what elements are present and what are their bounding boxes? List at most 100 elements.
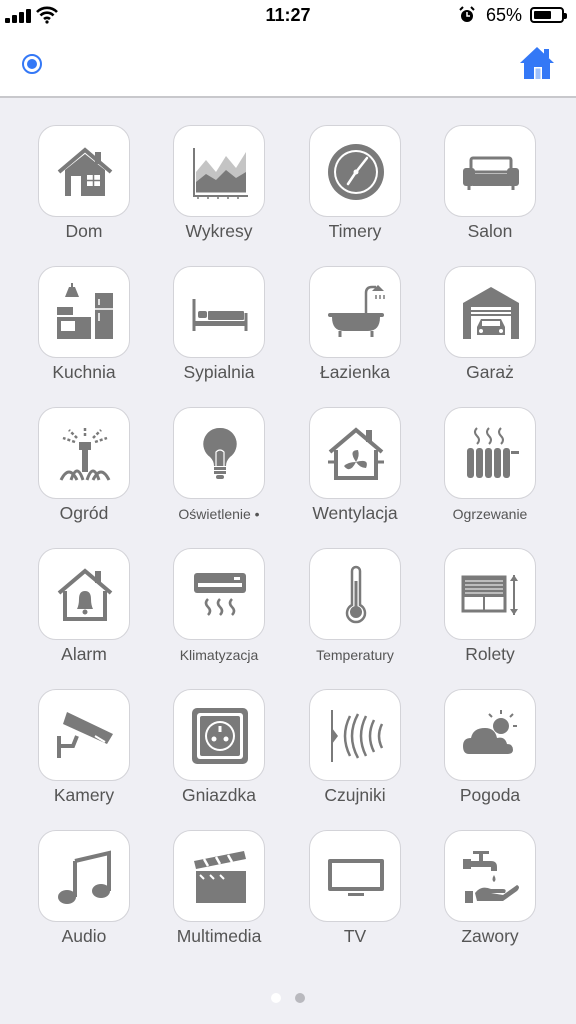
bed-icon — [192, 299, 248, 331]
tile-label: Audio — [61, 926, 107, 946]
tile-tv[interactable]: TV — [287, 830, 423, 960]
blinds-icon — [461, 575, 518, 615]
tile-alarm[interactable]: Alarm — [16, 548, 152, 678]
tile-label: Klimatyzacja — [179, 647, 259, 663]
tile-label: Rolety — [465, 644, 515, 664]
tile-kuchnia[interactable]: Kuchnia — [16, 266, 152, 396]
chart-icon — [193, 148, 248, 199]
tile-icon-box — [444, 407, 536, 499]
tile-label: Kuchnia — [52, 362, 116, 382]
tile-ogrod[interactable]: Ogród — [16, 407, 152, 537]
tile-klimatyzacja[interactable]: Klimatyzacja — [151, 548, 287, 678]
page-dot-1[interactable] — [271, 993, 281, 1003]
tile-label: Garaż — [466, 362, 514, 382]
tile-dom[interactable]: Dom — [16, 125, 152, 255]
tile-label: Zawory — [461, 926, 519, 946]
tile-salon[interactable]: Salon — [422, 125, 558, 255]
tile-label: Wykresy — [185, 221, 253, 241]
tile-temperatury[interactable]: Temperatury — [287, 548, 423, 678]
tile-label: Łazienka — [319, 362, 391, 382]
page-dot-2[interactable] — [295, 993, 305, 1003]
tile-pogoda[interactable]: Pogoda — [422, 689, 558, 819]
clock-icon — [328, 144, 384, 200]
tile-icon-box — [38, 689, 130, 781]
tile-icon-box — [38, 266, 130, 358]
tile-icon-box — [309, 830, 401, 922]
socket-icon — [192, 708, 248, 764]
tile-label: Kamery — [53, 785, 115, 805]
tile-icon-box — [38, 407, 130, 499]
home-icon[interactable] — [517, 43, 557, 83]
tile-kamery[interactable]: Kamery — [16, 689, 152, 819]
air-conditioner-icon — [194, 573, 246, 616]
tile-label: TV — [343, 926, 367, 946]
tile-icon-box — [173, 266, 265, 358]
tile-icon-box — [173, 830, 265, 922]
tile-icon-box — [309, 548, 401, 640]
tile-audio[interactable]: Audio — [16, 830, 152, 960]
page-indicator[interactable] — [0, 993, 576, 1003]
kitchen-icon — [57, 283, 113, 339]
connection-status-indicator — [22, 54, 42, 74]
lightbulb-icon — [203, 427, 237, 479]
tile-icon-box — [444, 125, 536, 217]
tile-icon-box — [173, 548, 265, 640]
tile-label: Ogród — [59, 503, 109, 523]
tile-label: Temperatury — [316, 647, 394, 663]
tile-icon-box — [173, 689, 265, 781]
tv-icon — [328, 859, 384, 896]
camera-icon — [57, 712, 113, 758]
tile-czujniki[interactable]: Czujniki — [287, 689, 423, 819]
tile-icon-box — [309, 125, 401, 217]
tile-label: Pogoda — [459, 785, 521, 805]
tile-ogrzewanie[interactable]: Ogrzewanie — [422, 407, 558, 537]
tile-zawory[interactable]: Zawory — [422, 830, 558, 960]
tile-label: Czujniki — [324, 785, 386, 805]
faucet-icon — [463, 851, 519, 903]
battery-percentage: 65% — [486, 5, 523, 25]
tile-wykresy[interactable]: Wykresy — [151, 125, 287, 255]
tile-rolety[interactable]: Rolety — [422, 548, 558, 678]
weather-icon — [463, 710, 517, 754]
tile-icon-box — [444, 548, 536, 640]
tile-label: Wentylacja — [312, 503, 398, 523]
battery-icon — [530, 7, 567, 23]
tile-icon-box — [444, 266, 536, 358]
tile-label: Gniazdka — [182, 785, 256, 805]
tile-garaz[interactable]: Garaż — [422, 266, 558, 396]
tile-icon-box — [309, 407, 401, 499]
bathtub-icon — [328, 285, 385, 337]
tile-lazienka[interactable]: Łazienka — [287, 266, 423, 396]
sofa-icon — [463, 156, 519, 190]
tile-icon-box — [38, 125, 130, 217]
sensor-icon — [331, 710, 384, 762]
tile-icon-box — [309, 689, 401, 781]
tile-label: Salon — [467, 221, 513, 241]
tile-label: Dom — [65, 221, 103, 241]
tile-label: Alarm — [61, 644, 107, 664]
tile-icon-box — [38, 830, 130, 922]
radiator-icon — [467, 427, 519, 478]
tile-label: Oświetlenie • — [178, 506, 260, 522]
tile-label: Sypialnia — [183, 362, 255, 382]
tile-icon-box — [309, 266, 401, 358]
tile-multimedia[interactable]: Multimedia — [151, 830, 287, 960]
tile-label: Multimedia — [176, 926, 262, 946]
tile-oswietlenie[interactable]: Oświetlenie • — [151, 407, 287, 537]
thermometer-icon — [345, 565, 367, 624]
music-note-icon — [58, 850, 111, 904]
tile-timery[interactable]: Timery — [287, 125, 423, 255]
house-icon — [57, 147, 113, 196]
garage-icon — [463, 287, 519, 339]
alarm-clock-icon — [459, 6, 475, 22]
tile-gniazdka[interactable]: Gniazdka — [151, 689, 287, 819]
sprinkler-icon — [59, 426, 111, 481]
tile-label: Timery — [328, 221, 382, 241]
tile-sypialnia[interactable]: Sypialnia — [151, 266, 287, 396]
tile-icon-box — [444, 830, 536, 922]
tile-wentylacja[interactable]: Wentylacja — [287, 407, 423, 537]
alarm-bell-icon — [57, 568, 113, 621]
tile-icon-box — [444, 689, 536, 781]
clapperboard-icon — [194, 851, 246, 903]
ventilation-icon — [328, 427, 384, 480]
